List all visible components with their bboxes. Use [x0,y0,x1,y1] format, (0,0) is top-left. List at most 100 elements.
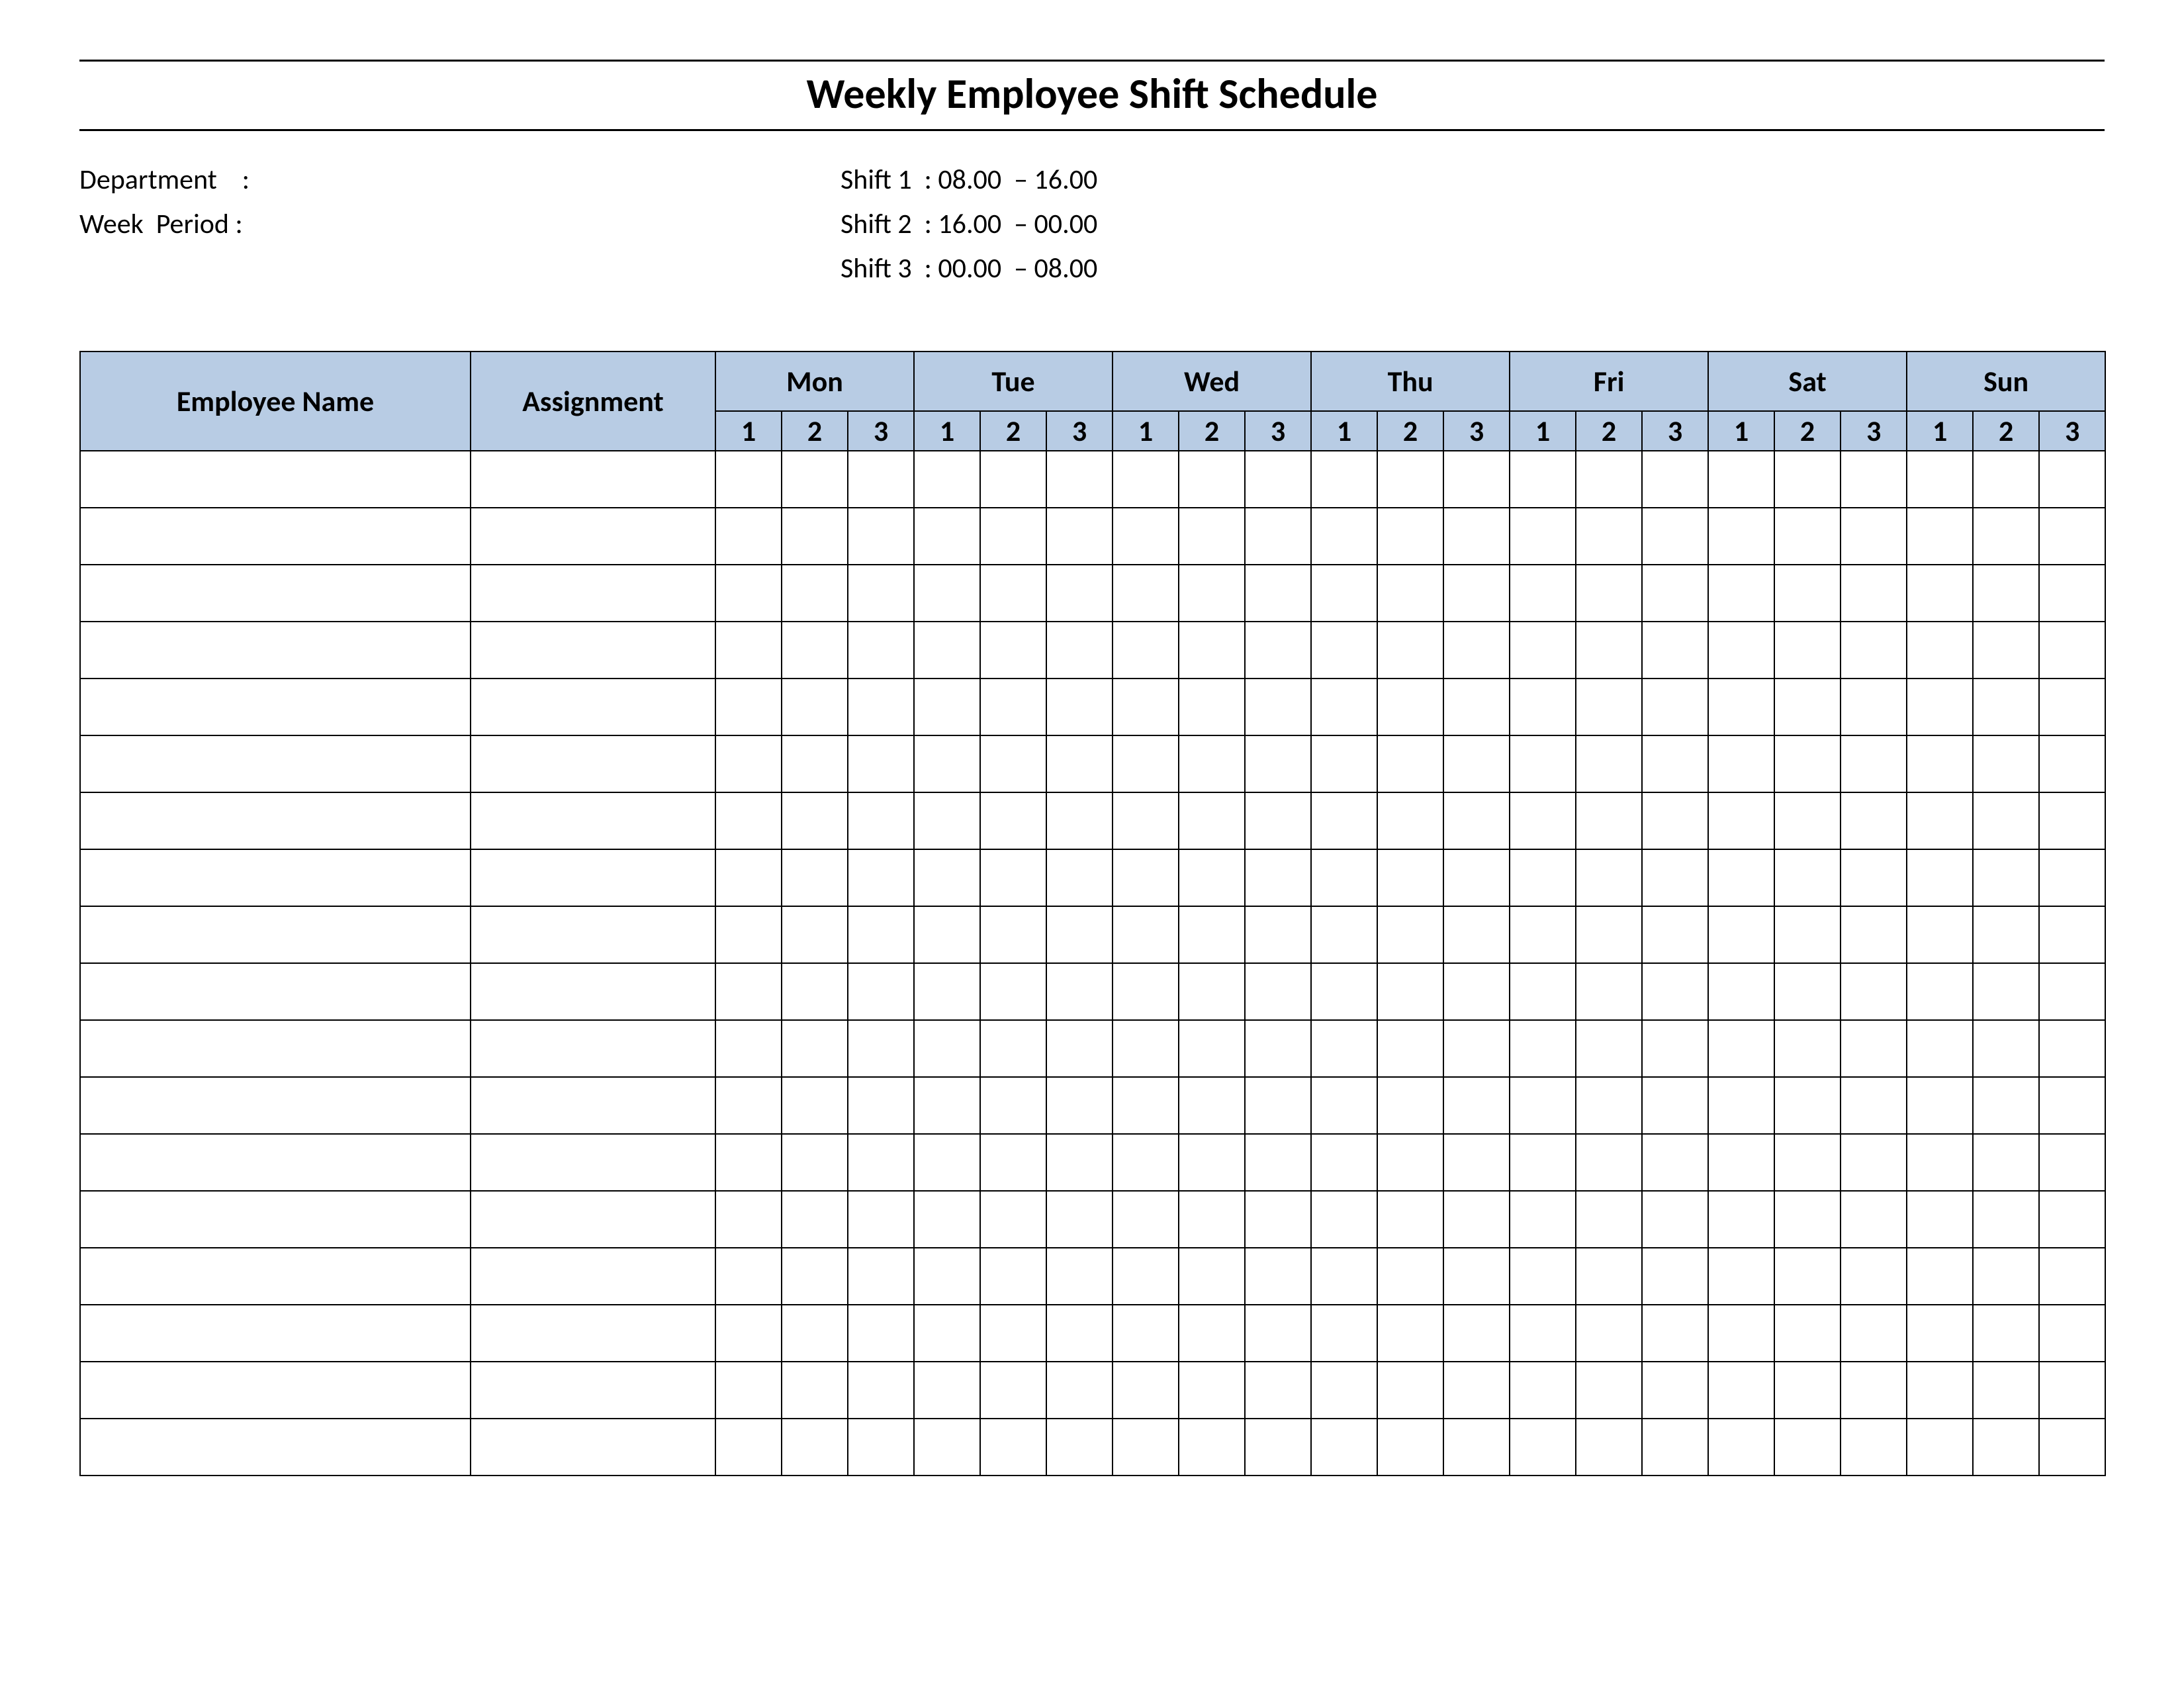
table-cell[interactable] [715,1134,782,1191]
table-cell[interactable] [1510,1362,1576,1419]
table-cell[interactable] [1377,1191,1443,1248]
table-cell[interactable] [848,1020,914,1077]
table-cell[interactable] [1179,565,1245,622]
table-cell[interactable] [914,622,980,679]
table-cell[interactable] [1311,508,1377,565]
table-cell[interactable] [1377,1134,1443,1191]
table-cell[interactable] [1642,1020,1708,1077]
table-cell[interactable] [848,906,914,963]
table-cell[interactable] [80,1077,471,1134]
table-cell[interactable] [848,849,914,906]
table-cell[interactable] [1510,1419,1576,1476]
table-cell[interactable] [471,849,715,906]
table-cell[interactable] [2039,451,2105,508]
table-cell[interactable] [1973,1248,2039,1305]
table-cell[interactable] [2039,1362,2105,1419]
table-cell[interactable] [1311,1134,1377,1191]
table-cell[interactable] [1973,1077,2039,1134]
table-cell[interactable] [1576,1248,1642,1305]
table-cell[interactable] [715,1305,782,1362]
table-cell[interactable] [782,1419,848,1476]
table-cell[interactable] [471,508,715,565]
table-cell[interactable] [1443,1419,1510,1476]
table-cell[interactable] [782,1248,848,1305]
table-cell[interactable] [1245,1191,1311,1248]
table-cell[interactable] [980,679,1046,735]
table-cell[interactable] [1046,508,1113,565]
table-cell[interactable] [1510,735,1576,792]
table-cell[interactable] [1377,906,1443,963]
table-cell[interactable] [1841,1134,1907,1191]
table-cell[interactable] [1046,565,1113,622]
table-cell[interactable] [715,1419,782,1476]
table-cell[interactable] [1179,1191,1245,1248]
table-cell[interactable] [80,1362,471,1419]
table-cell[interactable] [848,1248,914,1305]
table-cell[interactable] [1443,963,1510,1020]
table-cell[interactable] [1576,1191,1642,1248]
table-cell[interactable] [715,1362,782,1419]
table-cell[interactable] [471,1191,715,1248]
table-cell[interactable] [782,679,848,735]
table-cell[interactable] [848,1134,914,1191]
table-cell[interactable] [914,906,980,963]
table-cell[interactable] [1046,735,1113,792]
table-cell[interactable] [1245,451,1311,508]
table-cell[interactable] [1774,1362,1841,1419]
table-cell[interactable] [782,906,848,963]
table-cell[interactable] [1046,963,1113,1020]
table-cell[interactable] [1179,735,1245,792]
table-cell[interactable] [1973,906,2039,963]
table-cell[interactable] [1576,622,1642,679]
table-cell[interactable] [2039,1020,2105,1077]
table-cell[interactable] [1642,1362,1708,1419]
table-cell[interactable] [1443,1248,1510,1305]
table-cell[interactable] [1708,1305,1774,1362]
table-cell[interactable] [1443,679,1510,735]
table-cell[interactable] [715,735,782,792]
table-cell[interactable] [1245,735,1311,792]
table-cell[interactable] [2039,508,2105,565]
table-cell[interactable] [1907,1077,1973,1134]
table-cell[interactable] [1576,1419,1642,1476]
table-cell[interactable] [1973,849,2039,906]
table-cell[interactable] [1774,1020,1841,1077]
table-cell[interactable] [471,1020,715,1077]
table-cell[interactable] [1377,679,1443,735]
table-cell[interactable] [1245,906,1311,963]
table-cell[interactable] [1510,963,1576,1020]
table-cell[interactable] [1245,508,1311,565]
table-cell[interactable] [1510,451,1576,508]
table-cell[interactable] [1708,508,1774,565]
table-cell[interactable] [715,1077,782,1134]
table-cell[interactable] [2039,622,2105,679]
table-cell[interactable] [471,1077,715,1134]
table-cell[interactable] [1113,679,1179,735]
table-cell[interactable] [782,1134,848,1191]
table-cell[interactable] [1907,679,1973,735]
table-cell[interactable] [1642,1419,1708,1476]
table-cell[interactable] [80,622,471,679]
table-cell[interactable] [848,451,914,508]
table-cell[interactable] [1113,1077,1179,1134]
table-cell[interactable] [1841,792,1907,849]
table-cell[interactable] [1179,1419,1245,1476]
table-cell[interactable] [715,679,782,735]
table-cell[interactable] [1708,849,1774,906]
table-cell[interactable] [715,451,782,508]
table-cell[interactable] [1907,963,1973,1020]
table-cell[interactable] [1576,849,1642,906]
table-cell[interactable] [1046,792,1113,849]
table-cell[interactable] [80,565,471,622]
table-cell[interactable] [80,1305,471,1362]
table-cell[interactable] [1642,906,1708,963]
table-cell[interactable] [1708,622,1774,679]
table-cell[interactable] [1311,1419,1377,1476]
table-cell[interactable] [1576,1362,1642,1419]
table-cell[interactable] [1642,508,1708,565]
table-cell[interactable] [1973,451,2039,508]
table-cell[interactable] [471,565,715,622]
table-cell[interactable] [1510,792,1576,849]
table-cell[interactable] [1510,1134,1576,1191]
table-cell[interactable] [1510,1191,1576,1248]
